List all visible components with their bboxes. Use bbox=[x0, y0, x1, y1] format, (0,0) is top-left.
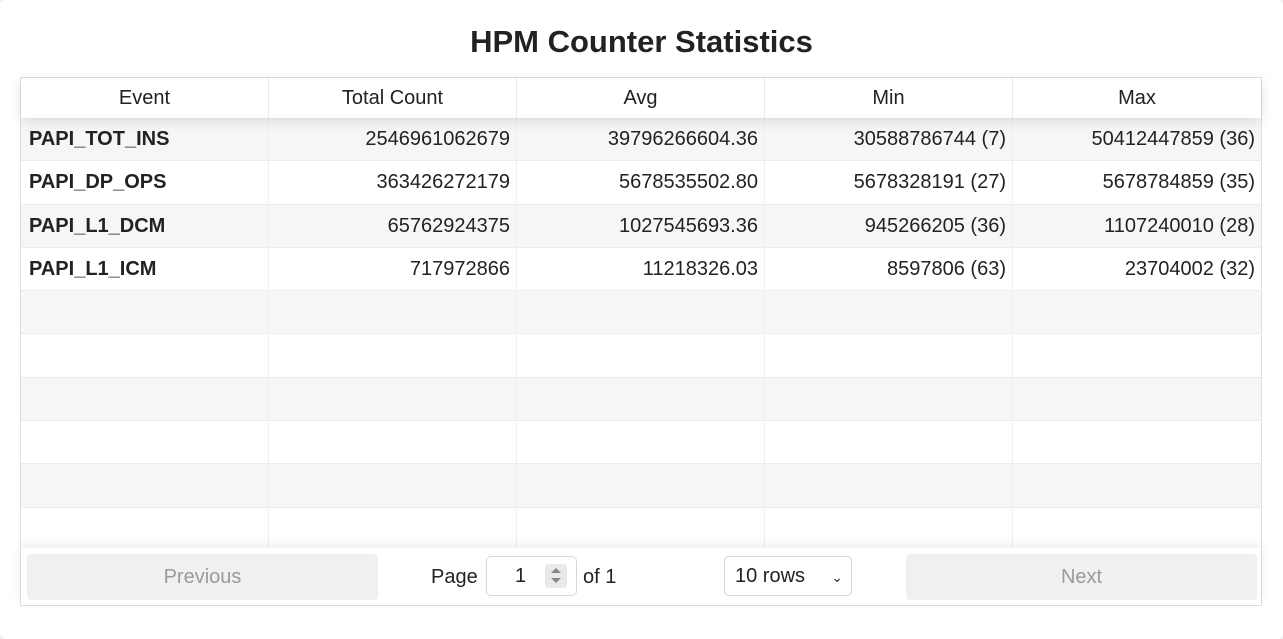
cell-avg: 11218326.03 bbox=[517, 247, 765, 291]
cell-max: 1107240010 (28) bbox=[1104, 214, 1255, 237]
previous-button[interactable]: Previous bbox=[27, 554, 378, 600]
table-row: PAPI_TOT_INS 2546961062679 39796266604.3… bbox=[21, 118, 1261, 162]
empty-row bbox=[21, 507, 1261, 551]
cell-event: PAPI_L1_ICM bbox=[21, 247, 269, 291]
cell-min: 5678328191 (27) bbox=[765, 161, 1013, 204]
column-header-total-count[interactable]: Total Count bbox=[269, 78, 517, 118]
cell-min: 945266205 (36) bbox=[765, 204, 1013, 247]
rows-per-page-select[interactable]: 10 rows ⌄ bbox=[724, 556, 852, 596]
cell-avg: 5678535502.80 bbox=[517, 161, 765, 204]
empty-row bbox=[21, 291, 1261, 335]
empty-row bbox=[21, 377, 1261, 422]
page-number-input[interactable]: 1 bbox=[486, 556, 577, 596]
table-row: PAPI_DP_OPS 363426272179 5678535502.80 5… bbox=[21, 161, 1261, 205]
page-title: HPM Counter Statistics bbox=[470, 24, 813, 59]
table-row: PAPI_L1_DCM 65762924375 1027545693.36 94… bbox=[21, 204, 1261, 248]
cell-max: 23704002 (32) bbox=[1124, 257, 1255, 280]
column-header-max[interactable]: Max bbox=[1013, 78, 1261, 118]
column-header-min[interactable]: Min bbox=[765, 78, 1013, 118]
table-body: PAPI_TOT_INS 2546961062679 39796266604.3… bbox=[21, 118, 1261, 551]
page: HPM Counter Statistics Event Total Count… bbox=[0, 0, 1283, 639]
cell-event: PAPI_L1_DCM bbox=[21, 204, 269, 247]
cell-total-count: 363426272179 bbox=[269, 161, 517, 204]
page-number-value: 1 bbox=[515, 565, 527, 587]
table-header: Event Total Count Avg Min Max bbox=[21, 78, 1261, 118]
chevron-down-icon: ⌄ bbox=[831, 569, 843, 585]
stats-table: Event Total Count Avg Min Max PAPI_TOT_I… bbox=[20, 77, 1262, 606]
column-header-event[interactable]: Event bbox=[21, 78, 269, 118]
table-row: PAPI_L1_ICM 717972866 11218326.03 859780… bbox=[21, 247, 1261, 292]
cell-event: PAPI_TOT_INS bbox=[21, 118, 269, 161]
cell-max: 50412447859 (36) bbox=[1091, 128, 1255, 150]
cell-total-count: 2546961062679 bbox=[269, 118, 517, 161]
stepper-down-icon[interactable] bbox=[551, 578, 561, 583]
cell-event: PAPI_DP_OPS bbox=[21, 161, 269, 204]
cell-avg: 39796266604.36 bbox=[517, 118, 765, 161]
next-button[interactable]: Next bbox=[906, 554, 1257, 600]
page-count-label: of 1 bbox=[583, 566, 617, 588]
empty-row bbox=[21, 464, 1261, 508]
rows-per-page-value: 10 rows bbox=[735, 565, 806, 587]
column-header-avg[interactable]: Avg bbox=[517, 78, 765, 118]
empty-row bbox=[21, 334, 1261, 378]
empty-row bbox=[21, 421, 1261, 465]
cell-total-count: 717972866 bbox=[269, 247, 517, 291]
cell-min: 8597806 (63) bbox=[765, 247, 1013, 291]
page-stepper[interactable] bbox=[545, 564, 567, 588]
cell-max: 5678784859 (35) bbox=[1102, 171, 1255, 194]
cell-total-count: 65762924375 bbox=[269, 204, 517, 247]
cell-avg: 1027545693.36 bbox=[517, 204, 765, 247]
stepper-up-icon[interactable] bbox=[551, 568, 561, 573]
cell-min: 30588786744 (7) bbox=[765, 118, 1013, 161]
pagination-bar: Previous Page 1 of 1 10 rows ⌄ Next bbox=[21, 548, 1261, 605]
page-label: Page bbox=[431, 566, 478, 588]
